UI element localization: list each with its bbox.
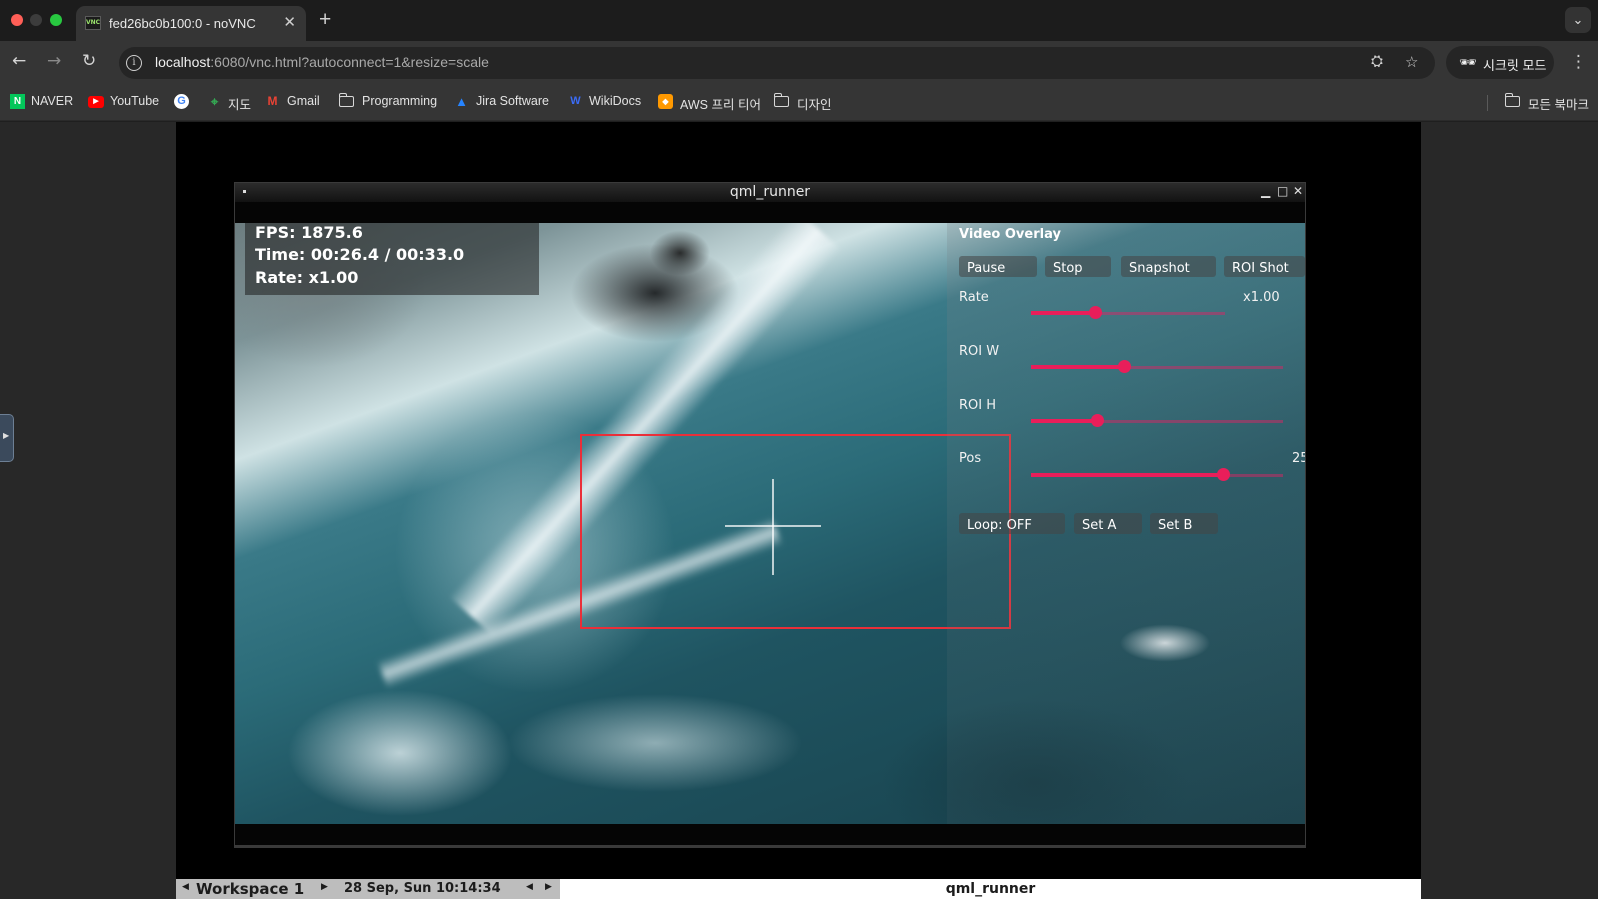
set-a-button[interactable]: Set A: [1074, 513, 1142, 534]
stats-panel: FPS: 1875.6 Time: 00:26.4 / 00:33.0 Rate…: [245, 223, 539, 295]
set-b-button[interactable]: Set B: [1150, 513, 1218, 534]
roi-h-label: ROI H: [959, 398, 997, 413]
naver-icon: N: [10, 94, 25, 109]
bookmark-maps[interactable]: 지도: [228, 94, 251, 113]
tab-search-chevron-icon[interactable]: ⌄: [1565, 7, 1591, 33]
folder-icon: [1504, 93, 1520, 107]
maps-icon: ⌖: [210, 94, 219, 109]
workspace-name[interactable]: Workspace 1: [196, 880, 304, 898]
stop-button[interactable]: Stop: [1045, 256, 1111, 277]
pause-button[interactable]: Pause: [959, 256, 1037, 277]
slider-thumb[interactable]: [1216, 468, 1230, 481]
slider-fill: [1031, 419, 1097, 423]
slider-thumb[interactable]: [1118, 360, 1132, 373]
bookmark-wikidocs[interactable]: WikiDocs: [589, 94, 641, 108]
snapshot-button[interactable]: Snapshot: [1121, 256, 1216, 277]
loop-toggle-button[interactable]: Loop: OFF: [959, 513, 1065, 534]
slider-fill: [1031, 365, 1125, 369]
bookmark-aws[interactable]: AWS 프리 티어: [680, 94, 761, 113]
wm-workspace-section: ◀ Workspace 1 ▶ 28 Sep, Sun 10:14:34 ◀ ▶: [176, 879, 560, 899]
bookmark-gmail[interactable]: Gmail: [287, 94, 320, 108]
wm-clock: 28 Sep, Sun 10:14:34: [344, 881, 501, 896]
youtube-icon: ▶: [88, 96, 104, 108]
bookmark-youtube[interactable]: YouTube: [110, 94, 159, 108]
qml-window-bottom-border: [235, 845, 1305, 848]
fps-readout: FPS: 1875.6: [255, 223, 363, 242]
roi-shot-button[interactable]: ROI Shot: [1224, 256, 1305, 277]
address-bar[interactable]: i localhost:6080/vnc.html?autoconnect=1&…: [119, 47, 1435, 79]
novnc-control-bar-handle[interactable]: ▶: [0, 414, 14, 462]
gmail-icon: M: [267, 94, 278, 108]
pos-label: Pos: [959, 451, 982, 466]
expand-arrow-icon: ▶: [3, 431, 10, 440]
new-tab-button[interactable]: +: [319, 8, 331, 32]
maximize-icon[interactable]: □: [1277, 184, 1288, 198]
bookmark-jira[interactable]: Jira Software: [476, 94, 549, 108]
window-maximize-button[interactable]: [50, 14, 62, 26]
crosshair-vertical: [772, 479, 774, 575]
time-readout: Time: 00:26.4 / 00:33.0: [255, 245, 465, 264]
rate-readout: Rate: x1.00: [255, 268, 359, 287]
window-close-button[interactable]: [11, 14, 23, 26]
rate-slider[interactable]: [1031, 306, 1225, 320]
aws-icon: ◆: [658, 94, 673, 109]
incognito-icon: 🕶: [1459, 54, 1477, 70]
slider-thumb[interactable]: [1089, 306, 1103, 319]
browser-tab-bar: VNC fed26bc0b100:0 - noVNC ✕ + ⌄: [0, 0, 1598, 41]
browser-toolbar: ← → ↻ i localhost:6080/vnc.html?autoconn…: [0, 41, 1598, 83]
all-bookmarks[interactable]: 모든 북마크: [1528, 94, 1589, 113]
video-frame[interactable]: FPS: 1875.6 Time: 00:26.4 / 00:33.0 Rate…: [235, 223, 1305, 824]
wm-status-bar: ◀ Workspace 1 ▶ 28 Sep, Sun 10:14:34 ◀ ▶…: [176, 879, 1421, 899]
slider-fill: [1031, 473, 1223, 477]
bookmark-programming[interactable]: Programming: [362, 94, 437, 108]
overlay-title: Video Overlay: [959, 227, 1061, 242]
rate-label: Rate: [959, 290, 989, 305]
qml-window-titlebar[interactable]: qml_runner ▁ □ ✕: [235, 183, 1305, 202]
site-info-icon[interactable]: i: [126, 55, 142, 71]
remote-screen[interactable]: qml_runner ▁ □ ✕ FPS: 1875.6 Time: 00:26…: [176, 122, 1421, 899]
bookmark-naver[interactable]: NAVER: [31, 94, 73, 108]
slider-thumb[interactable]: [1090, 414, 1104, 427]
prev-workspace-icon[interactable]: ◀: [182, 882, 189, 892]
translate-icon[interactable]: ⛭: [1371, 53, 1383, 70]
rate-value: x1.00: [1243, 290, 1280, 305]
slider-fill: [1031, 311, 1096, 315]
roi-h-slider[interactable]: [1031, 414, 1283, 428]
reload-button[interactable]: ↻: [82, 51, 96, 71]
folder-icon: [773, 93, 789, 107]
forward-button[interactable]: →: [47, 51, 61, 71]
incognito-badge[interactable]: 🕶 시크릿 모드: [1446, 46, 1554, 79]
vnc-favicon-icon: VNC: [85, 16, 101, 30]
wm-task-qml-runner[interactable]: qml_runner: [560, 879, 1421, 899]
window-minimize-button[interactable]: [30, 14, 42, 26]
menu-kebab-icon[interactable]: ⋮: [1570, 52, 1587, 72]
prev-window-icon[interactable]: ◀: [526, 882, 533, 892]
next-window-icon[interactable]: ▶: [545, 882, 552, 892]
bookmark-star-icon[interactable]: ☆: [1405, 53, 1418, 71]
url-text[interactable]: localhost:6080/vnc.html?autoconnect=1&re…: [155, 54, 489, 70]
bookmarks-bar: N NAVER ▶ YouTube G ⌖ 지도 M Gmail Program…: [0, 83, 1598, 121]
roi-w-label: ROI W: [959, 344, 1000, 359]
pos-slider[interactable]: [1031, 468, 1283, 482]
next-workspace-icon[interactable]: ▶: [321, 882, 328, 892]
jira-icon: ▲: [455, 94, 468, 109]
close-icon[interactable]: ✕: [1293, 184, 1303, 198]
back-button[interactable]: ←: [12, 51, 26, 71]
wikidocs-icon: W: [570, 95, 581, 107]
tab-novnc[interactable]: VNC fed26bc0b100:0 - noVNC ✕: [76, 6, 306, 41]
roi-w-slider[interactable]: [1031, 360, 1283, 374]
tab-title: fed26bc0b100:0 - noVNC: [109, 16, 256, 31]
google-icon[interactable]: G: [174, 94, 189, 109]
folder-icon: [338, 93, 354, 107]
qml-runner-window[interactable]: qml_runner ▁ □ ✕ FPS: 1875.6 Time: 00:26…: [234, 182, 1306, 848]
close-tab-icon[interactable]: ✕: [283, 13, 296, 31]
pos-value: 25: [1292, 451, 1305, 466]
bookmark-separator: [1487, 95, 1488, 111]
minimize-icon[interactable]: ▁: [1261, 184, 1270, 198]
bookmark-design[interactable]: 디자인: [797, 94, 832, 113]
qml-window-title: qml_runner: [729, 184, 811, 200]
video-overlay-panel: Video Overlay Pause Stop Snapshot ROI Sh…: [947, 223, 1305, 824]
